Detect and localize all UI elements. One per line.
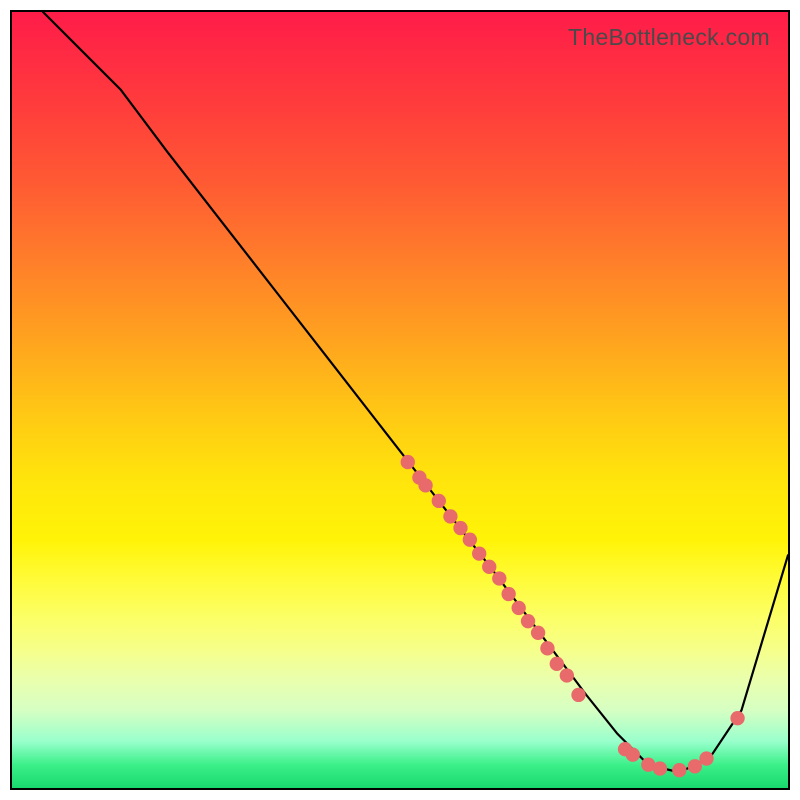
data-dot: [443, 509, 457, 523]
data-dot: [432, 494, 446, 508]
data-dot: [626, 748, 640, 762]
curve-path: [43, 12, 788, 772]
data-dot: [521, 614, 535, 628]
chart-svg: [12, 12, 788, 788]
data-dot: [531, 626, 545, 640]
data-dot: [453, 521, 467, 535]
plot-area: TheBottleneck.com: [10, 10, 790, 790]
data-dot: [501, 587, 515, 601]
data-dot: [482, 560, 496, 574]
data-dot: [550, 657, 564, 671]
data-dot: [730, 711, 744, 725]
data-dot: [401, 455, 415, 469]
data-dot: [688, 759, 702, 773]
data-dot: [472, 546, 486, 560]
chart-container: TheBottleneck.com: [0, 0, 800, 800]
data-dot: [540, 641, 554, 655]
data-dot: [672, 763, 686, 777]
data-dot: [699, 751, 713, 765]
data-dot: [463, 533, 477, 547]
dots-group: [401, 455, 745, 777]
data-dot: [560, 668, 574, 682]
data-dot: [571, 688, 585, 702]
data-dot: [418, 478, 432, 492]
data-dot: [653, 761, 667, 775]
data-dot: [512, 601, 526, 615]
data-dot: [492, 571, 506, 585]
